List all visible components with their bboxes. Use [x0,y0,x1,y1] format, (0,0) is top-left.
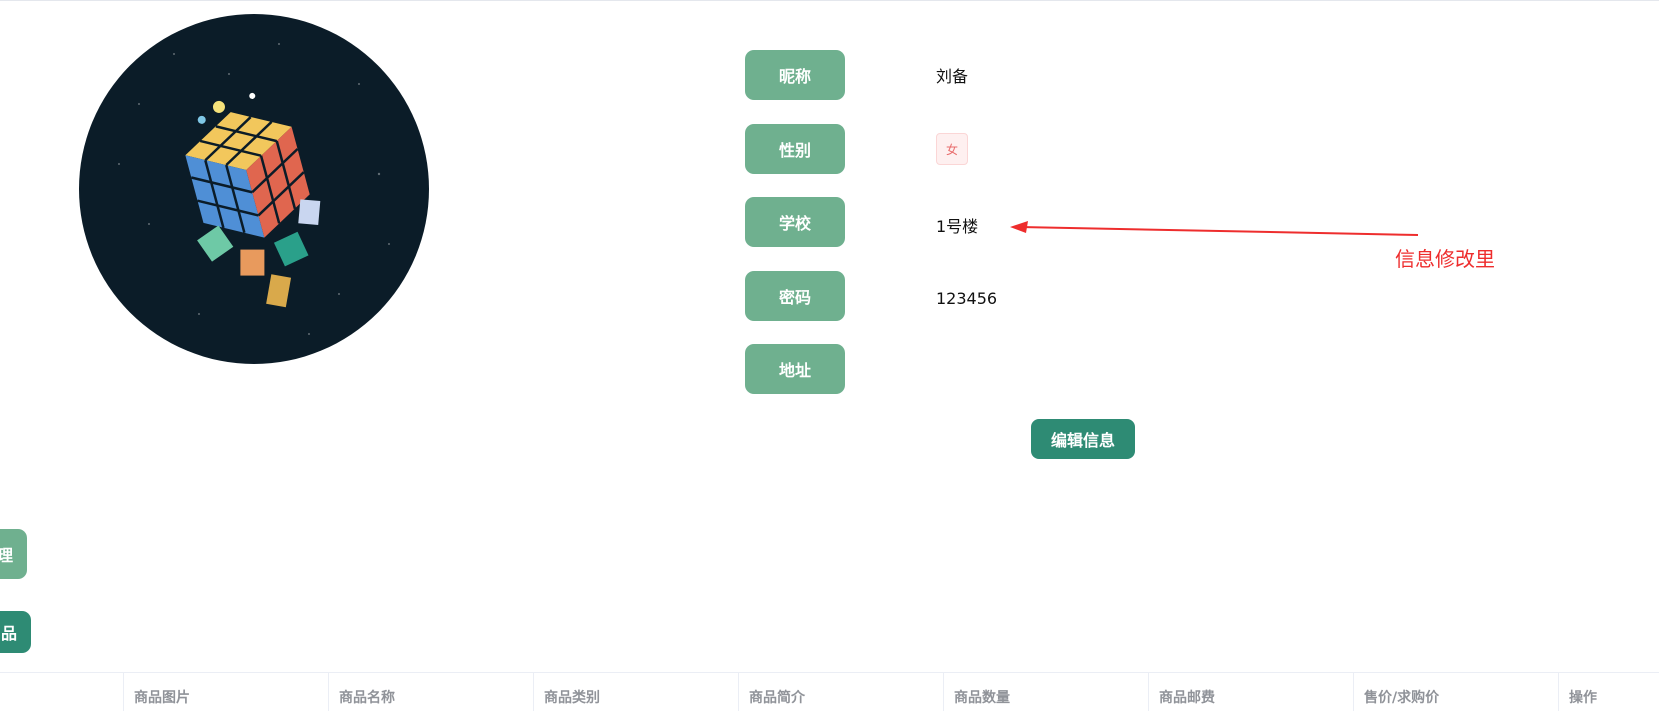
column-header[interactable]: 商品数量 [943,673,1148,711]
column-header[interactable]: 操作 [1558,673,1659,711]
school-value: 1号楼 [936,217,979,236]
gender-tag: 女 [936,133,968,165]
annotation-arrow-icon [1010,221,1419,236]
rubiks-cube-illustration [118,43,390,335]
user-avatar[interactable] [79,14,429,364]
user-profile-page: 昵称 刘备 性别 女 学校 1号楼 密码 123456 地址 编辑信息 信息修改… [0,0,1659,711]
nickname-value: 刘备 [936,67,969,86]
side-goods-button[interactable]: 品 [0,611,31,653]
nickname-label: 昵称 [745,50,845,100]
gender-label: 性别 [745,124,845,174]
column-header[interactable]: 售价/求购价 [1353,673,1558,711]
password-value: 123456 [936,288,998,308]
column-header[interactable]: 商品图片 [123,673,328,711]
column-header[interactable]: 商品简介 [738,673,943,711]
password-label: 密码 [745,271,845,321]
side-manage-button[interactable]: 理 [0,529,27,579]
column-header[interactable]: 商品邮费 [1148,673,1353,711]
address-label: 地址 [745,344,845,394]
school-label: 学校 [745,197,845,247]
edit-info-button[interactable]: 编辑信息 [1031,419,1135,459]
goods-table-header: 商品图片 商品名称 商品类别 商品简介 商品数量 商品邮费 售价/求购价 操作 [0,672,1659,711]
column-header[interactable]: 商品类别 [533,673,738,711]
column-header[interactable]: 商品名称 [328,673,533,711]
annotation-text: 信息修改里 [1395,247,1495,271]
